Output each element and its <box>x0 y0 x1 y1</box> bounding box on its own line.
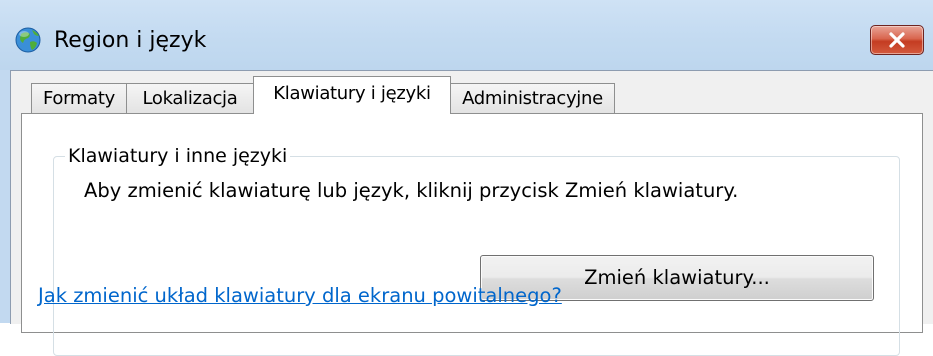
instruction-text: Aby zmienić klawiaturę lub język, klikni… <box>84 179 739 202</box>
keyboards-groupbox: Klawiatury i inne języki Aby zmienić kla… <box>53 143 900 356</box>
title-bar[interactable]: Region i język <box>0 0 933 70</box>
tab-panel-keyboards: Klawiatury i inne języki Aby zmienić kla… <box>21 113 923 356</box>
tab-administracyjne[interactable]: Administracyjne <box>450 83 615 113</box>
welcome-screen-keyboard-help-link[interactable]: Jak zmienić układ klawiatury dla ekranu … <box>38 283 562 309</box>
window-title: Region i język <box>54 28 207 53</box>
close-button[interactable] <box>870 25 924 55</box>
globe-icon <box>12 25 46 55</box>
dialog-client-area: Formaty Lokalizacja Klawiatury i języki … <box>10 70 933 356</box>
tab-lokalizacja[interactable]: Lokalizacja <box>126 83 254 113</box>
close-icon <box>889 32 905 48</box>
tab-klawiatury-i-jezyki[interactable]: Klawiatury i języki <box>253 76 451 114</box>
tab-formaty[interactable]: Formaty <box>31 83 127 113</box>
groupbox-legend: Klawiatury i inne języki <box>65 143 291 169</box>
region-language-window: Region i język Formaty Lokalizacja Klawi… <box>0 0 933 356</box>
